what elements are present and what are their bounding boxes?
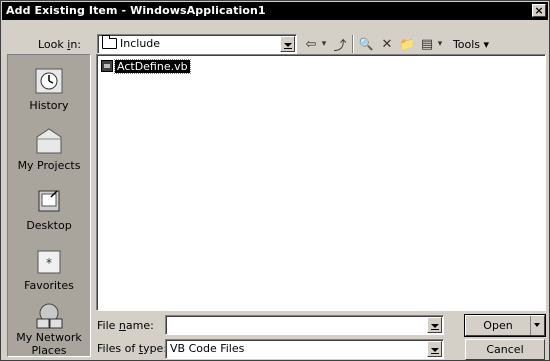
new-folder-icon[interactable]: 📁: [398, 35, 416, 53]
back-icon[interactable]: ⇦: [303, 35, 319, 53]
views-dropdown-icon[interactable]: ▾: [435, 35, 445, 53]
file-name-text: ActDefine.vb: [114, 58, 191, 74]
window-title: Add Existing Item - WindowsApplication1: [6, 4, 266, 17]
file-type-label: Files of type:: [97, 342, 168, 355]
chevron-down-icon[interactable]: [280, 36, 295, 52]
places-bar: History My Projects Desktop * Favorites: [7, 54, 91, 357]
look-in-dropdown[interactable]: Include: [97, 34, 297, 54]
file-name-label: File name:: [97, 319, 154, 332]
close-button[interactable]: ×: [532, 4, 546, 17]
place-history[interactable]: History: [8, 63, 90, 123]
svg-text:*: *: [46, 256, 52, 270]
place-label: History: [29, 99, 69, 112]
search-web-icon[interactable]: 🔍: [357, 35, 375, 53]
my-projects-icon: [36, 128, 62, 154]
folder-icon: [102, 35, 117, 49]
look-in-label: Look in:: [38, 38, 82, 51]
views-icon[interactable]: ▤: [419, 35, 435, 53]
cancel-button-label: Cancel: [486, 343, 524, 356]
place-label: My Network Places: [16, 331, 82, 357]
back-history-dropdown-icon[interactable]: ▾: [319, 35, 329, 53]
open-button-label: Open: [483, 319, 513, 332]
place-favorites[interactable]: * Favorites: [8, 243, 90, 303]
chevron-down-icon[interactable]: [427, 317, 442, 333]
look-in-value: Include: [120, 37, 161, 50]
open-options-dropdown[interactable]: [530, 316, 544, 335]
network-places-icon: [36, 303, 63, 329]
place-my-network-places[interactable]: My Network Places: [8, 299, 90, 357]
place-label: Desktop: [26, 219, 72, 232]
title-bar[interactable]: Add Existing Item - WindowsApplication1 …: [2, 2, 548, 20]
place-desktop[interactable]: Desktop: [8, 183, 90, 243]
history-icon: [35, 68, 63, 94]
up-one-level-icon[interactable]: ⤴: [331, 35, 349, 54]
list-item[interactable]: ActDefine.vb: [101, 58, 191, 74]
tools-menu[interactable]: Tools ▾: [447, 35, 495, 53]
chevron-down-icon[interactable]: [427, 341, 442, 357]
add-existing-item-dialog: Add Existing Item - WindowsApplication1 …: [0, 0, 550, 361]
place-my-projects[interactable]: My Projects: [8, 123, 90, 183]
desktop-icon: [38, 190, 60, 212]
vb-file-icon: [101, 60, 113, 72]
place-label: My Projects: [17, 159, 81, 172]
delete-icon[interactable]: ✕: [379, 35, 395, 53]
file-type-dropdown[interactable]: VB Code Files: [165, 339, 444, 359]
open-button[interactable]: Open: [464, 314, 546, 337]
file-name-field[interactable]: [165, 315, 444, 335]
place-label: Favorites: [24, 279, 74, 292]
file-type-value: VB Code Files: [170, 342, 245, 355]
file-list[interactable]: ActDefine.vb: [96, 54, 546, 311]
cancel-button[interactable]: Cancel: [465, 339, 545, 360]
favorites-icon: *: [37, 250, 61, 274]
